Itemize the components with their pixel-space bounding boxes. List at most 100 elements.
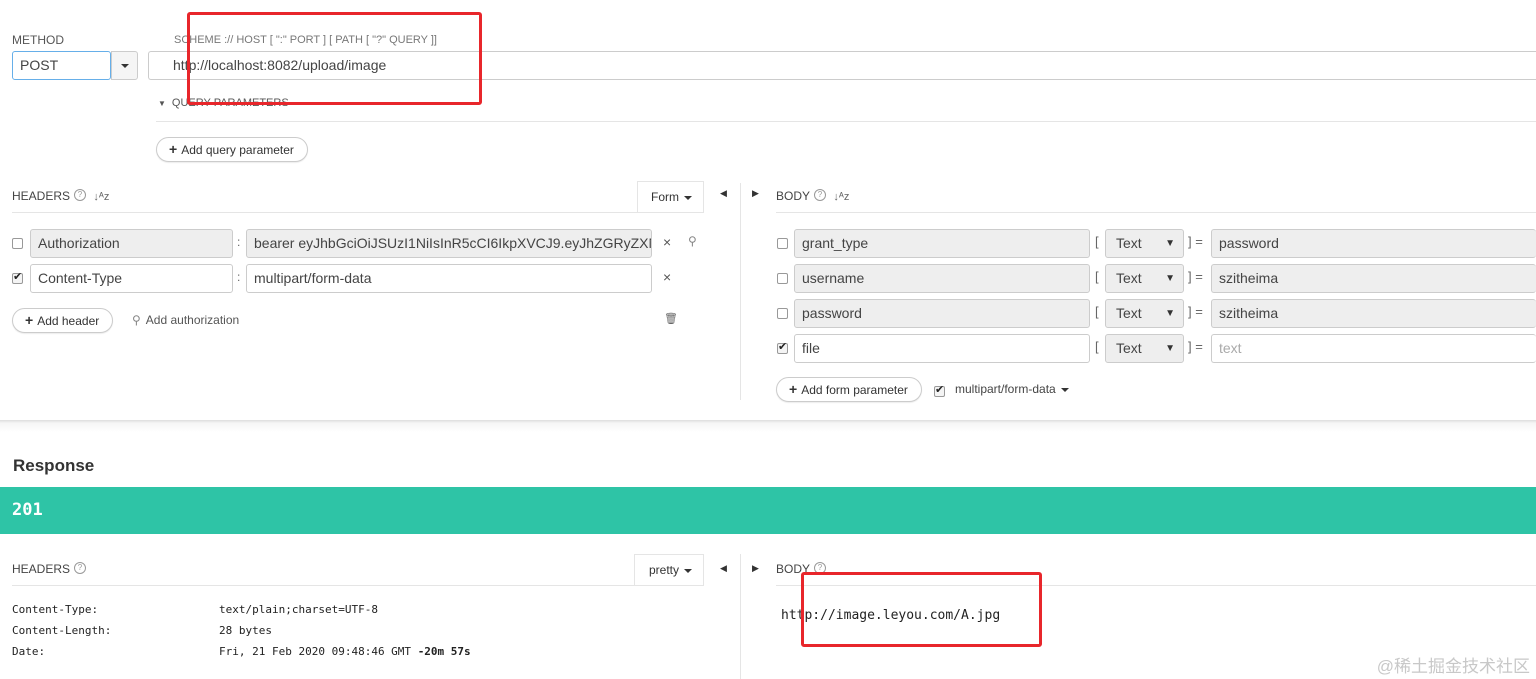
type-label: Text [1116, 340, 1142, 356]
close-icon[interactable]: × [663, 234, 671, 250]
highlight-box-url [187, 12, 482, 105]
plus-icon: + [25, 312, 34, 328]
bracket-open: [ [1095, 234, 1099, 249]
collapse-left-icon[interactable]: ◀ [720, 563, 727, 574]
response-header-key: Date: [12, 645, 46, 658]
body-param-value-input[interactable]: text [1211, 334, 1536, 363]
triangle-down-icon: ▼ [158, 99, 166, 108]
panel-divider [740, 554, 741, 679]
expand-right-icon[interactable]: ▶ [752, 563, 759, 574]
headers-mode-dropdown[interactable]: Form [637, 181, 704, 212]
response-headers-mode-label: pretty [649, 563, 680, 577]
add-query-param-button[interactable]: + Add query parameter [156, 137, 308, 162]
sort-icon[interactable]: ↓ᴬz [93, 191, 109, 203]
header-value-input[interactable]: bearer eyJhbGciOiJSUzI1NiIsInR5cCI6IkpXV… [246, 229, 652, 258]
divider [156, 121, 1536, 122]
add-form-param-button[interactable]: + Add form parameter [776, 377, 922, 402]
headers-title-text: HEADERS [12, 189, 71, 203]
key-icon[interactable]: ⚲ [688, 234, 697, 248]
headers-mode-label: Form [651, 190, 679, 204]
chevron-down-icon [120, 63, 129, 68]
body-param-value-input[interactable]: szitheima [1211, 299, 1536, 328]
chevron-down-icon: ▼ [1165, 273, 1175, 284]
bracket-open: [ [1095, 269, 1099, 284]
bracket-open: [ [1095, 304, 1099, 319]
trash-icon[interactable]: 🗑 [664, 312, 678, 325]
help-icon[interactable]: ? [74, 562, 87, 574]
header-name-input[interactable]: Authorization [30, 229, 233, 258]
encoding-dropdown[interactable]: multipart/form-data [955, 382, 1069, 396]
key-icon: ⚲ [132, 313, 141, 327]
response-header-key: Content-Type: [12, 603, 99, 616]
header-enabled-checkbox[interactable] [12, 238, 23, 249]
close-icon[interactable]: × [663, 269, 671, 285]
add-authorization-label: Add authorization [145, 313, 240, 327]
body-param-type-select[interactable]: Text ▼ [1105, 229, 1184, 258]
sort-icon[interactable]: ↓ᴬz [833, 191, 849, 203]
header-value-input[interactable]: multipart/form-data [246, 264, 652, 293]
type-label: Text [1116, 270, 1142, 286]
colon-separator: : [237, 270, 241, 284]
bracket-close: ] = [1188, 234, 1203, 249]
add-form-param-label: Add form parameter [801, 383, 908, 397]
bracket-close: ] = [1188, 339, 1203, 354]
colon-separator: : [237, 235, 241, 249]
watermark: @稀土掘金技术社区 [1376, 657, 1530, 676]
method-dropdown-button[interactable] [111, 51, 138, 80]
method-label: METHOD [12, 33, 64, 47]
add-header-button[interactable]: + Add header [12, 308, 114, 333]
body-param-type-select[interactable]: Text ▼ [1105, 264, 1184, 293]
body-title-text: BODY [776, 189, 811, 203]
body-param-type-select[interactable]: Text ▼ [1105, 334, 1184, 363]
bracket-close: ] = [1188, 304, 1203, 319]
type-label: Text [1116, 235, 1142, 251]
divider [776, 212, 1536, 213]
add-query-param-label: Add query parameter [181, 143, 294, 157]
divider [12, 585, 704, 586]
response-header-value: 28 bytes [219, 624, 272, 637]
status-bar: 201 [0, 487, 1536, 534]
collapse-left-icon[interactable]: ◀ [720, 188, 727, 199]
response-title: Response [13, 456, 95, 475]
panel-divider [740, 183, 741, 400]
body-param-checkbox[interactable] [777, 238, 788, 249]
help-icon[interactable]: ? [814, 189, 827, 201]
body-param-value-input[interactable]: szitheima [1211, 264, 1536, 293]
body-param-checkbox[interactable] [777, 340, 788, 354]
response-header-key: Content-Length: [12, 624, 112, 637]
status-code: 201 [12, 500, 43, 520]
response-header-value: text/plain;charset=UTF-8 [219, 603, 378, 616]
response-headers-mode-dropdown[interactable]: pretty [634, 554, 704, 585]
expand-right-icon[interactable]: ▶ [752, 188, 759, 199]
type-label: Text [1116, 305, 1142, 321]
chevron-down-icon [684, 195, 692, 200]
encoding-label: multipart/form-data [955, 382, 1056, 396]
divider [12, 212, 704, 213]
body-param-name-input[interactable]: username [794, 264, 1090, 293]
help-icon[interactable]: ? [74, 189, 87, 201]
body-param-value-input[interactable]: password [1211, 229, 1536, 258]
chevron-down-icon [1060, 387, 1069, 392]
plus-icon: + [789, 381, 798, 397]
add-authorization-link[interactable]: ⚲ Add authorization [132, 313, 239, 327]
plus-icon: + [169, 141, 178, 157]
add-header-label: Add header [37, 314, 100, 328]
chevron-down-icon: ▼ [1165, 238, 1175, 249]
headers-title: HEADERS? ↓ᴬz [12, 189, 109, 203]
bracket-open: [ [1095, 339, 1099, 354]
chevron-down-icon: ▼ [1165, 343, 1175, 354]
body-param-name-input[interactable]: grant_type [794, 229, 1090, 258]
body-title: BODY? ↓ᴬz [776, 189, 849, 203]
section-separator [0, 420, 1536, 432]
body-param-name-input[interactable]: file [794, 334, 1090, 363]
body-param-type-select[interactable]: Text ▼ [1105, 299, 1184, 328]
body-param-name-input[interactable]: password [794, 299, 1090, 328]
encoding-checkbox[interactable] [934, 383, 945, 397]
method-input[interactable]: POST [12, 51, 111, 80]
header-enabled-checkbox[interactable] [12, 270, 23, 284]
date-relative: -20m 57s [417, 645, 471, 658]
body-param-checkbox[interactable] [777, 308, 788, 319]
chevron-down-icon [684, 568, 693, 573]
header-name-input[interactable]: Content-Type [30, 264, 233, 293]
body-param-checkbox[interactable] [777, 273, 788, 284]
